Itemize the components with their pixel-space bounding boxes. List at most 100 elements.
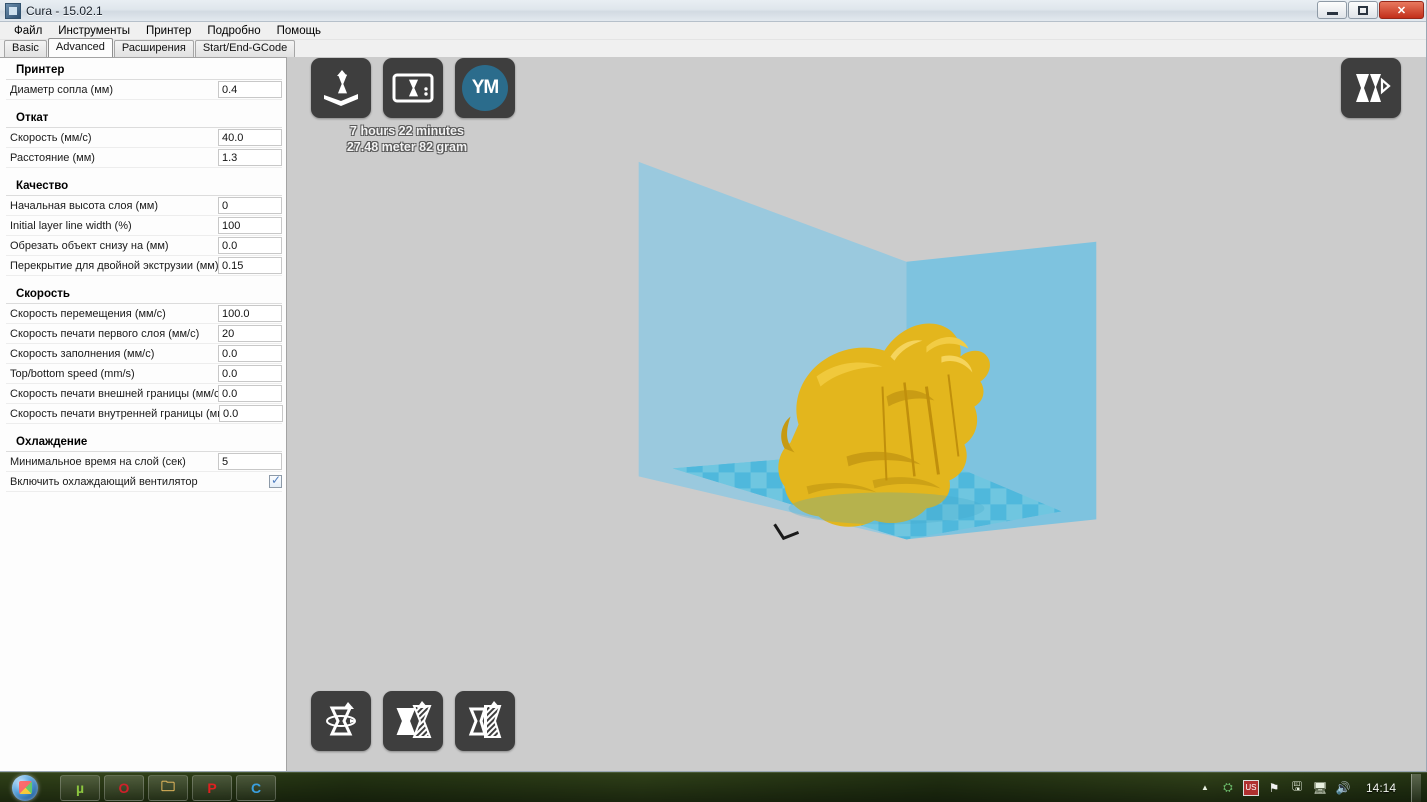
- setting-row-retraction-speed: Скорость (мм/с) 40.0: [6, 128, 282, 148]
- rotate-button[interactable]: [311, 691, 371, 751]
- mirror-button[interactable]: [455, 691, 515, 751]
- setting-input-cut-off-object-bottom[interactable]: 0.0: [218, 237, 282, 254]
- setting-input-minimal-layer-time[interactable]: 5: [218, 453, 282, 470]
- setting-label-travel-speed: Скорость перемещения (мм/с): [10, 307, 166, 320]
- origin-axis-marker: [773, 523, 800, 541]
- start-button[interactable]: [2, 774, 48, 802]
- setting-row-outer-shell-speed: Скорость печати внешней границы (мм/с) 0…: [6, 384, 282, 404]
- menu-tools[interactable]: Инструменты: [50, 23, 138, 39]
- setting-label-infill-speed: Скорость заполнения (мм/с): [10, 347, 155, 360]
- setting-row-enable-cooling-fan: Включить охлаждающий вентилятор: [6, 472, 282, 492]
- close-button[interactable]: ✕: [1379, 1, 1424, 19]
- windows-logo-icon: [12, 774, 38, 801]
- section-header-quality: Качество: [6, 174, 282, 196]
- tab-plugins[interactable]: Расширения: [113, 40, 194, 57]
- menu-help[interactable]: Помощь: [269, 23, 329, 39]
- window-title: Cura - 15.02.1: [26, 3, 103, 18]
- tray-removable-media-icon[interactable]: 🖫: [1289, 779, 1305, 796]
- view-mode-button[interactable]: [1341, 58, 1401, 118]
- section-header-cool: Охлаждение: [6, 430, 282, 452]
- setting-input-infill-speed[interactable]: 0.0: [218, 345, 282, 362]
- setting-input-dual-extrusion-overlap[interactable]: 0.15: [218, 257, 282, 274]
- save-toolpath-button[interactable]: [383, 58, 443, 118]
- tray-network-sync-icon[interactable]: ⛭: [1220, 780, 1236, 796]
- title-bar: Cura - 15.02.1 ✕: [0, 0, 1426, 22]
- tray-volume-icon[interactable]: 🔊: [1335, 780, 1351, 796]
- menu-bar: Файл Инструменты Принтер Подробно Помощь: [0, 22, 1426, 40]
- setting-label-dual-extrusion-overlap: Перекрытие для двойной экструзии (мм): [10, 259, 218, 272]
- advanced-settings-panel: Принтер Диаметр сопла (мм) 0.4 Откат Ско…: [0, 57, 287, 771]
- cura-icon: [5, 2, 21, 19]
- taskbar-explorer[interactable]: 🗀: [148, 774, 188, 801]
- setting-input-travel-speed[interactable]: 100.0: [218, 305, 282, 322]
- 3d-viewport[interactable]: 7 hours 22 minutes 27.48 meter 82 gram Y…: [287, 57, 1426, 771]
- setting-label-inner-shell-speed: Скорость печати внутренней границы (мм/с…: [10, 407, 219, 420]
- tray-language-icon[interactable]: US: [1242, 779, 1259, 796]
- setting-label-retraction-distance: Расстояние (мм): [10, 151, 95, 164]
- scale-button[interactable]: [383, 691, 443, 751]
- setting-label-initial-layer-line-width: Initial layer line width (%): [10, 219, 132, 232]
- load-model-button[interactable]: [311, 58, 371, 118]
- menu-file[interactable]: Файл: [6, 23, 50, 39]
- setting-input-top-bottom-speed[interactable]: 0.0: [218, 365, 282, 382]
- taskbar-utorrent[interactable]: µ: [60, 774, 100, 801]
- tray-show-hidden-icon[interactable]: ▲: [1197, 780, 1213, 796]
- youmagine-icon: YM: [462, 65, 508, 111]
- setting-label-outer-shell-speed: Скорость печати внешней границы (мм/с): [10, 387, 218, 400]
- scale-icon: [396, 701, 432, 738]
- taskbar-opera[interactable]: O: [104, 774, 144, 801]
- setting-row-nozzle-size: Диаметр сопла (мм) 0.4: [6, 80, 282, 100]
- setting-label-bottom-layer-speed: Скорость печати первого слоя (мм/с): [10, 327, 200, 340]
- tab-basic[interactable]: Basic: [4, 40, 47, 57]
- setting-input-outer-shell-speed[interactable]: 0.0: [218, 385, 282, 402]
- tray-action-center-icon[interactable]: ⚑: [1266, 780, 1282, 796]
- opera-icon: O: [118, 779, 130, 796]
- setting-input-retraction-distance[interactable]: 1.3: [218, 149, 282, 166]
- menu-printer[interactable]: Принтер: [138, 23, 199, 39]
- setting-row-retraction-distance: Расстояние (мм) 1.3: [6, 148, 282, 168]
- windows-taskbar: µ O 🗀 P C ▲ ⛭ US ⚑ 🖫 🖥 🔊 14:14: [0, 772, 1427, 802]
- taskbar-cura[interactable]: C: [236, 774, 276, 801]
- build-volume: [638, 161, 1097, 541]
- save-toolpath-icon: [392, 73, 434, 103]
- setting-label-nozzle-size: Диаметр сопла (мм): [10, 83, 113, 96]
- tab-advanced[interactable]: Advanced: [47, 38, 113, 57]
- menu-expert[interactable]: Подробно: [199, 23, 268, 39]
- setting-row-inner-shell-speed: Скорость печати внутренней границы (мм/с…: [6, 404, 283, 424]
- setting-row-minimal-layer-time: Минимальное время на слой (сек) 5: [6, 452, 282, 472]
- load-model-icon: [324, 70, 358, 106]
- setting-label-retraction-speed: Скорость (мм/с): [10, 131, 92, 144]
- setting-checkbox-enable-cooling-fan[interactable]: [269, 473, 282, 488]
- tab-strip: Basic Advanced Расширения Start/End-GCod…: [0, 38, 1426, 57]
- taskbar-punto[interactable]: P: [192, 774, 232, 801]
- setting-input-initial-layer-line-width[interactable]: 100: [218, 217, 282, 234]
- setting-row-top-bottom-speed: Top/bottom speed (mm/s) 0.0: [6, 364, 282, 384]
- section-header-speed: Скорость: [6, 282, 282, 304]
- setting-row-infill-speed: Скорость заполнения (мм/с) 0.0: [6, 344, 282, 364]
- mirror-icon: [468, 701, 502, 738]
- setting-label-cut-off-object-bottom: Обрезать объект снизу на (мм): [10, 239, 169, 252]
- tab-start-end-gcode[interactable]: Start/End-GCode: [194, 40, 296, 57]
- utorrent-icon: µ: [75, 779, 85, 796]
- setting-input-initial-layer-thickness[interactable]: 0: [218, 197, 282, 214]
- setting-input-retraction-speed[interactable]: 40.0: [218, 129, 282, 146]
- taskbar-clock[interactable]: 14:14: [1358, 781, 1404, 795]
- setting-row-bottom-layer-speed: Скорость печати первого слоя (мм/с) 20: [6, 324, 282, 344]
- setting-row-dual-extrusion-overlap: Перекрытие для двойной экструзии (мм) 0.…: [6, 256, 282, 276]
- setting-label-minimal-layer-time: Минимальное время на слой (сек): [10, 455, 186, 468]
- setting-label-top-bottom-speed: Top/bottom speed (mm/s): [10, 367, 135, 380]
- section-header-retraction: Откат: [6, 106, 282, 128]
- youmagine-button[interactable]: YM: [455, 58, 515, 118]
- setting-input-bottom-layer-speed[interactable]: 20: [218, 325, 282, 342]
- print-material: 27.48 meter 82 gram: [346, 140, 468, 154]
- minimize-button[interactable]: [1317, 1, 1347, 19]
- cura-taskbar-icon: C: [250, 779, 262, 796]
- maximize-button[interactable]: [1348, 1, 1378, 19]
- rotate-icon: [326, 702, 356, 736]
- system-tray: ▲ ⛭ US ⚑ 🖫 🖥 🔊 14:14: [1197, 773, 1427, 802]
- show-desktop-button[interactable]: [1411, 773, 1421, 802]
- tray-network-icon[interactable]: 🖥: [1312, 780, 1328, 796]
- setting-label-enable-cooling-fan: Включить охлаждающий вентилятор: [10, 475, 198, 488]
- setting-input-inner-shell-speed[interactable]: 0.0: [219, 405, 283, 422]
- setting-input-nozzle-size[interactable]: 0.4: [218, 81, 282, 98]
